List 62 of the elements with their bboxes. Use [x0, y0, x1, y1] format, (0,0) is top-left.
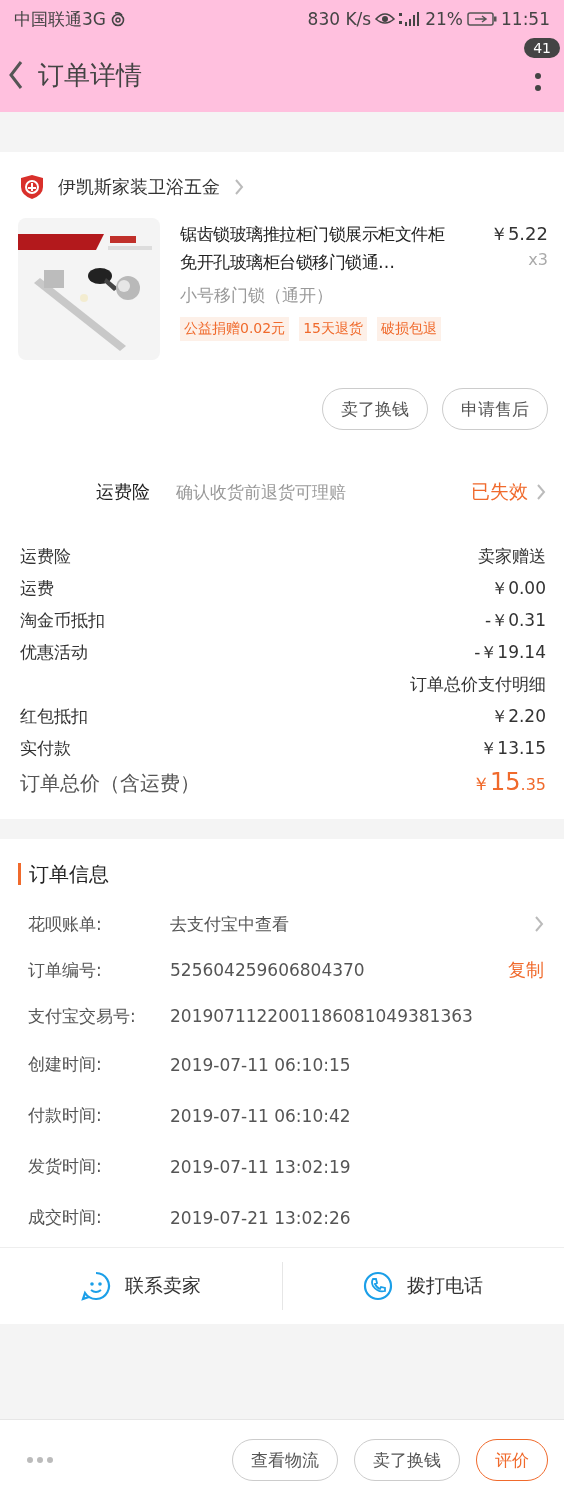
battery-percent: 21% [425, 9, 463, 29]
info-value: 2019-07-11 13:02:19 [170, 1156, 351, 1177]
contact-button[interactable]: 联系卖家 [124, 1273, 201, 1299]
info-value: 525604259606804370 [170, 960, 365, 980]
price-value: -￥19.14 [474, 641, 546, 664]
price-value: ￥13.15 [480, 737, 546, 760]
info-label: 花呗账单: [28, 912, 103, 936]
quantity: x3 [528, 250, 548, 269]
info-value: 2019071122001186081049381363 [170, 1006, 473, 1026]
order-action-button[interactable]: 查看物流 [232, 1439, 338, 1481]
insurance-description: 确认收货前退货可理赔 [176, 481, 347, 504]
price-value: ￥2.20 [491, 705, 546, 728]
service-tag: 破损包退 [377, 317, 441, 341]
service-tag: 15天退货 [299, 317, 367, 341]
variant-text: 小号移门锁（通开） [180, 284, 334, 307]
info-value: 2019-07-11 06:10:15 [170, 1054, 351, 1075]
back-icon[interactable] [8, 60, 24, 90]
info-label: 发货时间: [28, 1155, 103, 1178]
shield-icon [20, 174, 44, 200]
contact-button[interactable]: 拨打电话 [407, 1273, 484, 1299]
service-tag: 公益捐赠0.02元 [180, 317, 290, 341]
info-value: 2019-07-21 13:02:26 [170, 1207, 351, 1228]
info-label: 创建时间: [28, 1053, 103, 1076]
signal-icon [399, 11, 422, 27]
info-label: 成交时间: [28, 1206, 103, 1229]
info-label: 支付宝交易号: [28, 1004, 137, 1028]
chat-face-icon [80, 1271, 111, 1301]
chevron-right-icon [234, 178, 244, 196]
price-value: -￥0.31 [485, 609, 546, 632]
chevron-right-icon [536, 483, 546, 501]
insurance-label: 运费险 [96, 480, 151, 504]
notification-badge: 41 [524, 38, 560, 58]
action-button[interactable]: 卖了换钱 [322, 388, 428, 430]
page-title: 订单详情 [38, 58, 142, 92]
price-label: 运费 [20, 577, 54, 600]
price-label: 实付款 [20, 737, 71, 760]
phone-icon [363, 1271, 394, 1301]
network-speed: 830 K/s [307, 9, 372, 29]
price-label: 运费险 [20, 545, 71, 568]
info-label: 付款时间: [28, 1104, 103, 1127]
action-button[interactable]: 申请售后 [442, 388, 548, 430]
total-price: ￥15.35 [472, 767, 546, 798]
battery-icon [467, 11, 497, 27]
info-value: 去支付宝中查看 [170, 912, 289, 936]
product-title[interactable]: 锯齿锁玻璃推拉柜门锁展示柜文件柜免开孔玻璃柜台锁移门锁通… [180, 218, 456, 276]
price-label: 优惠活动 [20, 641, 88, 664]
section-title: 订单信息 [29, 860, 109, 888]
order-action-button[interactable]: 卖了换钱 [354, 1439, 460, 1481]
shop-name[interactable]: 伊凯斯家装卫浴五金 [58, 175, 220, 199]
price-label: 红包抵扣 [20, 705, 88, 728]
swirl-icon [110, 11, 126, 27]
info-value: 2019-07-11 06:10:42 [170, 1105, 351, 1126]
clock: 11:51 [501, 9, 550, 29]
price-value: ￥0.00 [491, 577, 546, 600]
payment-detail-note: 订单总价支付明细 [410, 673, 546, 696]
eye-icon [375, 12, 396, 26]
price-value: 卖家赠送 [478, 545, 546, 568]
total-label: 订单总价（含运费） [20, 770, 200, 797]
info-label: 订单编号: [28, 958, 103, 982]
price-label: 淘金币抵扣 [20, 609, 105, 632]
carrier-text: 中国联通3G [14, 7, 106, 31]
unit-price: ￥5.22 [489, 222, 548, 246]
